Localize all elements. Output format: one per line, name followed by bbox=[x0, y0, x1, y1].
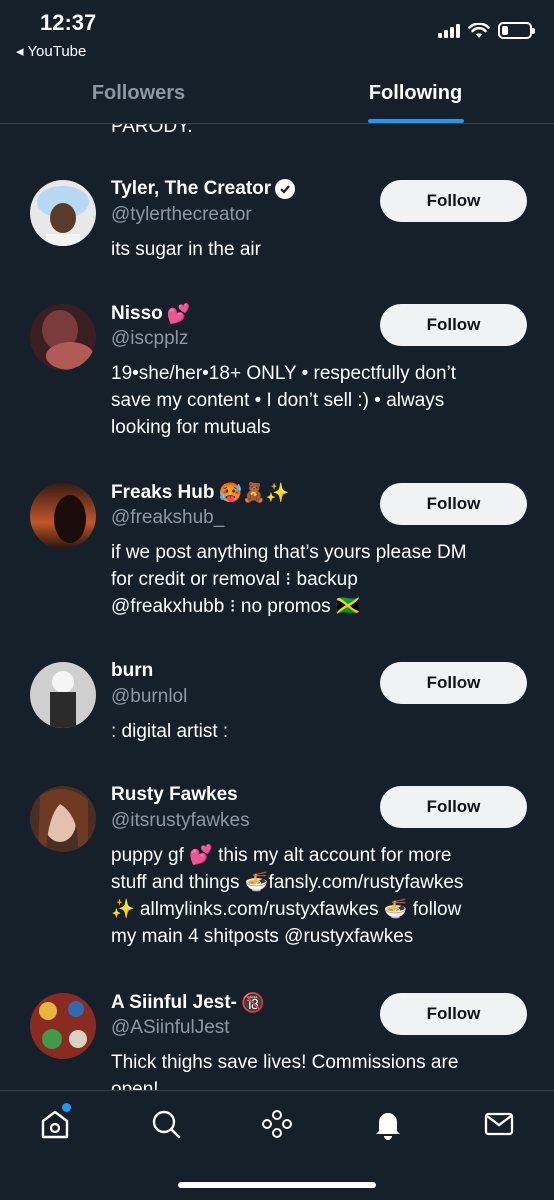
status-icons bbox=[438, 22, 535, 39]
follow-button[interactable]: Follow bbox=[380, 993, 527, 1035]
tab-followers-label: Followers bbox=[91, 82, 186, 104]
user-name[interactable]: Freaks Hub 🥵🧸✨ bbox=[111, 481, 290, 505]
bell-icon[interactable] bbox=[371, 1107, 405, 1141]
user-handle: @freakshub_ bbox=[111, 507, 225, 528]
user-bio: if we post anything that’s yours please … bbox=[111, 539, 531, 620]
user-name[interactable]: Tyler, The Creator bbox=[111, 178, 296, 200]
avatar[interactable] bbox=[30, 304, 96, 370]
user-name-text: burn bbox=[111, 660, 154, 681]
tab-followers[interactable]: Followers bbox=[0, 66, 277, 123]
user-handle: @tylerthecreator bbox=[111, 204, 252, 225]
user-name[interactable]: Nisso 💕 bbox=[111, 302, 191, 326]
active-tab-indicator bbox=[367, 119, 464, 123]
verified-badge-icon bbox=[275, 179, 296, 199]
user-name[interactable]: Rusty Fawkes bbox=[111, 784, 238, 806]
user-name[interactable]: burn bbox=[111, 660, 153, 682]
cellular-signal-icon bbox=[438, 23, 460, 38]
user-bio: : digital artist : bbox=[111, 718, 531, 745]
user-bio: its sugar in the air bbox=[111, 236, 531, 263]
bio-line: my main 4 shitposts @rustyxfawkes bbox=[111, 926, 414, 947]
name-emoji: 💕 bbox=[166, 303, 191, 325]
follow-button[interactable]: Follow bbox=[380, 180, 527, 222]
avatar[interactable] bbox=[30, 180, 96, 246]
wifi-icon bbox=[468, 22, 490, 38]
tab-following-label: Following bbox=[368, 82, 463, 104]
truncated-bio-text: PARODY. bbox=[111, 124, 193, 137]
clock: 12:37 bbox=[40, 10, 97, 35]
avatar[interactable] bbox=[30, 662, 96, 728]
spaces-icon[interactable] bbox=[260, 1107, 294, 1141]
follow-button[interactable]: Follow bbox=[380, 786, 527, 828]
search-icon[interactable] bbox=[149, 1107, 183, 1141]
user-name-text: Rusty Fawkes bbox=[111, 784, 238, 805]
avatar[interactable] bbox=[30, 786, 96, 852]
bio-line: if we post anything that’s yours please … bbox=[111, 542, 467, 563]
bio-line: its sugar in the air bbox=[111, 239, 261, 260]
following-list[interactable]: PARODY. Tyler, The Creator @tylerthecrea… bbox=[0, 124, 554, 1090]
bio-line: Thick thighs save lives! Commissions are bbox=[111, 1052, 459, 1073]
user-bio: Thick thighs save lives! Commissions are… bbox=[111, 1049, 531, 1090]
battery-icon bbox=[498, 22, 535, 39]
home-icon[interactable] bbox=[38, 1107, 72, 1141]
bio-line: 19•she/her•18+ ONLY • respectfully don’t bbox=[111, 363, 457, 384]
follow-button[interactable]: Follow bbox=[380, 304, 527, 346]
name-emoji: 🔞 bbox=[240, 992, 265, 1014]
bio-line: @freakxhubb ⁝ no promos 🇯🇲 bbox=[111, 596, 360, 617]
user-bio: puppy gf 💕 this my alt account for more … bbox=[111, 842, 531, 950]
follow-button[interactable]: Follow bbox=[380, 483, 527, 525]
user-name-text: Freaks Hub bbox=[111, 481, 215, 503]
back-to-app-link[interactable]: ◂ YouTube bbox=[16, 42, 86, 60]
tab-following[interactable]: Following bbox=[277, 66, 554, 123]
mail-icon[interactable] bbox=[482, 1107, 516, 1141]
avatar[interactable] bbox=[30, 993, 96, 1059]
user-name-text: A Siinful Jest- bbox=[111, 991, 237, 1013]
bio-line: save my content • I don’t sell :) • alwa… bbox=[111, 390, 445, 411]
name-emoji: 🥵🧸✨ bbox=[218, 482, 290, 504]
bio-line: : digital artist : bbox=[111, 721, 229, 742]
user-handle: @burnlol bbox=[111, 686, 188, 707]
user-handle: @iscpplz bbox=[111, 328, 189, 349]
bio-line: ✨ allmylinks.com/rustyxfawkes 🍜 follow bbox=[111, 899, 462, 920]
avatar[interactable] bbox=[30, 483, 96, 549]
home-notification-dot bbox=[62, 1103, 71, 1112]
user-bio: 19•she/her•18+ ONLY • respectfully don’t… bbox=[111, 360, 531, 441]
user-handle: @itsrustyfawkes bbox=[111, 810, 250, 831]
bio-line: stuff and things 🍜fansly.com/rustyfawkes bbox=[111, 872, 464, 893]
bio-line: for credit or removal ⁝ backup bbox=[111, 569, 358, 590]
user-handle: @ASiinfulJest bbox=[111, 1017, 230, 1038]
follow-tabs: Followers Following bbox=[0, 66, 554, 124]
user-name-text: Tyler, The Creator bbox=[111, 178, 272, 199]
bio-line: looking for mutuals bbox=[111, 417, 271, 438]
bio-line: open! bbox=[111, 1079, 159, 1090]
follow-button[interactable]: Follow bbox=[380, 662, 527, 704]
status-bar: 12:37 ◂ YouTube bbox=[0, 0, 554, 66]
user-name[interactable]: A Siinful Jest- 🔞 bbox=[111, 991, 265, 1015]
user-name-text: Nisso bbox=[111, 302, 163, 324]
bio-line: puppy gf 💕 this my alt account for more bbox=[111, 845, 452, 866]
home-indicator[interactable] bbox=[178, 1182, 376, 1188]
